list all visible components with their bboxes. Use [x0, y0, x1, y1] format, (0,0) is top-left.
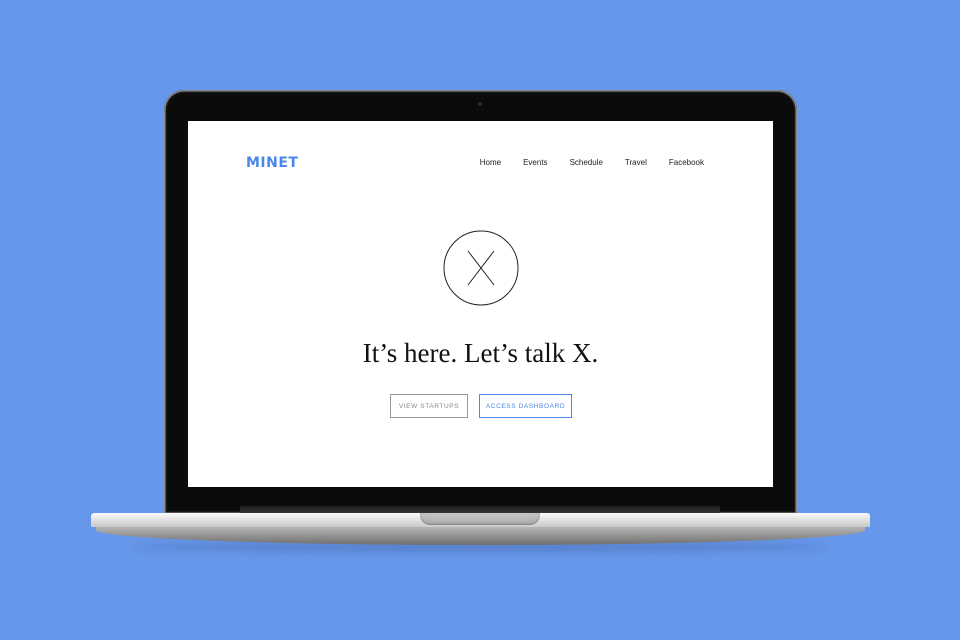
nav-travel[interactable]: Travel	[625, 158, 647, 167]
laptop-screen: MINET Home Events Schedule Travel Facebo…	[188, 121, 773, 487]
x-circle-icon	[443, 230, 519, 306]
laptop-notch	[420, 513, 540, 525]
main-nav: Home Events Schedule Travel Facebook	[480, 158, 704, 167]
access-dashboard-button[interactable]: ACCESS DASHBOARD	[479, 394, 572, 418]
nav-schedule[interactable]: Schedule	[570, 158, 603, 167]
laptop-base-bottom	[96, 527, 865, 545]
nav-events[interactable]: Events	[523, 158, 547, 167]
view-startups-button[interactable]: VIEW STARTUPS	[390, 394, 468, 418]
site-logo[interactable]: MINET	[246, 155, 298, 171]
hero-headline: It’s here. Let’s talk X.	[362, 338, 599, 368]
camera-icon	[478, 102, 482, 106]
nav-facebook[interactable]: Facebook	[669, 158, 704, 167]
nav-home[interactable]: Home	[480, 158, 501, 167]
